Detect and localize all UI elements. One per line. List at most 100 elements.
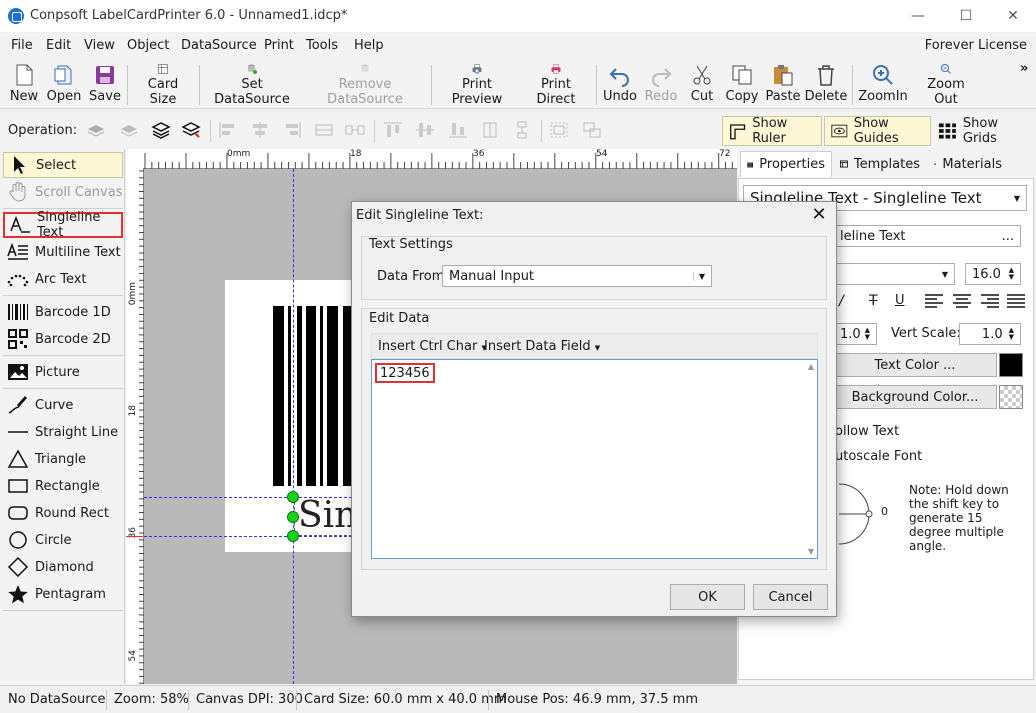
- paste-button[interactable]: Paste: [765, 63, 801, 107]
- zoom-in-button[interactable]: ZoomIn: [858, 63, 908, 107]
- tab-properties[interactable]: Properties: [740, 151, 832, 177]
- distribute-vertical-icon[interactable]: [345, 121, 365, 139]
- font-size-input[interactable]: 16.0 ▲ ▼: [965, 263, 1021, 285]
- resize-handle[interactable]: [287, 491, 299, 503]
- background-color-button[interactable]: Background Color...: [833, 385, 997, 409]
- ok-button[interactable]: OK: [670, 584, 745, 610]
- align-right-icon[interactable]: [282, 121, 302, 139]
- menu-help[interactable]: Help: [354, 38, 384, 53]
- print-preview-button[interactable]: Print Preview: [438, 63, 516, 107]
- distribute-horizontal-icon[interactable]: [314, 121, 334, 139]
- tool-triangle[interactable]: Triangle: [3, 446, 123, 472]
- strikethrough-button[interactable]: T: [869, 293, 878, 309]
- align-top-icon[interactable]: [383, 121, 403, 139]
- tab-templates[interactable]: Templates: [834, 151, 926, 177]
- horizontal-scale-input[interactable]: 1.0 ▲ ▼: [833, 323, 877, 345]
- delete-button[interactable]: Delete: [805, 63, 847, 107]
- tool-arc-text[interactable]: Arc Text: [3, 266, 123, 292]
- align-text-right-icon[interactable]: [981, 294, 999, 308]
- zoom-out-button[interactable]: Zoom Out: [914, 63, 978, 107]
- tool-scroll-canvas[interactable]: Scroll Canvas: [3, 179, 123, 205]
- remove-datasource-button[interactable]: Remove DataSource: [304, 63, 426, 107]
- card-size-button[interactable]: Card Size: [134, 63, 192, 107]
- save-button[interactable]: Save: [89, 63, 121, 107]
- autoscale-font-checkbox-label[interactable]: utoscale Font: [835, 449, 922, 464]
- background-color-swatch[interactable]: [999, 385, 1023, 409]
- tool-curve[interactable]: Curve: [3, 392, 123, 418]
- rotation-dial[interactable]: [835, 479, 885, 549]
- align-text-left-icon[interactable]: [925, 294, 943, 308]
- follow-text-checkbox-label[interactable]: ollow Text: [835, 424, 899, 439]
- menu-object[interactable]: Object: [127, 38, 169, 53]
- spinner-icon[interactable]: ▲ ▼: [1009, 327, 1014, 341]
- tool-rectangle[interactable]: Rectangle: [3, 473, 123, 499]
- toolbar-overflow-button[interactable]: »: [1020, 61, 1028, 76]
- redo-button[interactable]: Redo: [644, 63, 678, 107]
- underline-button[interactable]: U: [895, 293, 905, 308]
- dialog-close-button[interactable]: ✕: [808, 204, 830, 225]
- italic-button[interactable]: /: [839, 293, 844, 309]
- horizontal-guide-line[interactable]: [144, 536, 352, 537]
- tool-barcode-1d[interactable]: Barcode 1D: [3, 299, 123, 325]
- show-grids-toggle[interactable]: Show Grids: [934, 116, 1036, 146]
- cancel-button[interactable]: Cancel: [753, 584, 828, 610]
- same-height-icon[interactable]: [512, 121, 532, 139]
- vertical-scale-input[interactable]: 1.0 ▲ ▼: [959, 323, 1021, 345]
- align-left-icon[interactable]: [218, 121, 238, 139]
- data-from-select[interactable]: Manual Input ▼: [442, 265, 712, 287]
- send-to-back-icon[interactable]: [119, 121, 139, 139]
- ungroup-icon[interactable]: [582, 121, 602, 139]
- insert-data-field-button[interactable]: Insert Data Field ▼: [484, 339, 600, 354]
- tool-select[interactable]: Select: [3, 152, 123, 178]
- tab-materials[interactable]: Materials: [928, 151, 1008, 177]
- spinner-icon[interactable]: ▲ ▼: [1009, 267, 1014, 281]
- align-center-icon[interactable]: [250, 121, 270, 139]
- cut-button[interactable]: Cut: [686, 63, 718, 107]
- show-ruler-toggle[interactable]: Show Ruler: [722, 116, 822, 146]
- maximize-button[interactable]: ☐: [956, 6, 976, 26]
- text-color-button[interactable]: Text Color ...: [833, 353, 997, 377]
- text-edit-value[interactable]: 123456: [375, 363, 435, 383]
- tool-barcode-2d[interactable]: Barcode 2D: [3, 326, 123, 352]
- minimize-button[interactable]: —: [908, 6, 928, 26]
- align-middle-icon[interactable]: [415, 121, 435, 139]
- tool-circle[interactable]: Circle: [3, 527, 123, 553]
- resize-handle[interactable]: [287, 530, 299, 542]
- menu-view[interactable]: View: [84, 38, 115, 53]
- align-bottom-icon[interactable]: [448, 121, 468, 139]
- menu-datasource[interactable]: DataSource: [181, 38, 257, 53]
- set-datasource-button[interactable]: Set DataSource: [205, 63, 299, 107]
- scroll-down-icon[interactable]: ▼: [808, 547, 814, 556]
- tool-singleline-text[interactable]: Singleline Text: [3, 210, 123, 240]
- undo-button[interactable]: Undo: [602, 63, 638, 107]
- bring-to-front-icon[interactable]: [86, 121, 106, 139]
- align-text-center-icon[interactable]: [953, 294, 971, 308]
- tool-diamond[interactable]: Diamond: [3, 554, 123, 580]
- align-text-justify-icon[interactable]: [1007, 294, 1025, 308]
- menu-edit[interactable]: Edit: [46, 38, 71, 53]
- spinner-icon[interactable]: ▲ ▼: [865, 327, 870, 341]
- scroll-up-icon[interactable]: ▲: [808, 362, 814, 371]
- tool-picture[interactable]: Picture: [3, 359, 123, 385]
- same-width-icon[interactable]: [480, 121, 500, 139]
- tool-pentagram[interactable]: Pentagram: [3, 581, 123, 607]
- show-guides-toggle[interactable]: Show Guides: [824, 116, 931, 146]
- close-window-button[interactable]: ✕: [1003, 6, 1023, 26]
- object-name-field[interactable]: leline Text ...: [833, 225, 1021, 247]
- tool-round-rect[interactable]: Round Rect: [3, 500, 123, 526]
- menu-tools[interactable]: Tools: [306, 38, 338, 53]
- tool-multiline-text[interactable]: Multiline Text: [3, 239, 123, 265]
- vertical-guide-line[interactable]: [293, 169, 294, 684]
- layer-up-icon[interactable]: [151, 121, 171, 139]
- menu-file[interactable]: File: [11, 38, 33, 53]
- text-color-swatch[interactable]: [999, 353, 1023, 377]
- layer-down-icon[interactable]: [181, 121, 201, 139]
- copy-button[interactable]: Copy: [724, 63, 760, 107]
- group-icon[interactable]: [549, 121, 569, 139]
- open-button[interactable]: Open: [46, 63, 82, 107]
- insert-ctrl-char-button[interactable]: Insert Ctrl Char ▼: [378, 339, 487, 354]
- text-edit-area[interactable]: 123456 ▲ ▼: [371, 359, 818, 559]
- menu-print[interactable]: Print: [264, 38, 294, 53]
- tool-straight-line[interactable]: Straight Line: [3, 419, 123, 445]
- font-family-select[interactable]: ▼: [833, 263, 955, 285]
